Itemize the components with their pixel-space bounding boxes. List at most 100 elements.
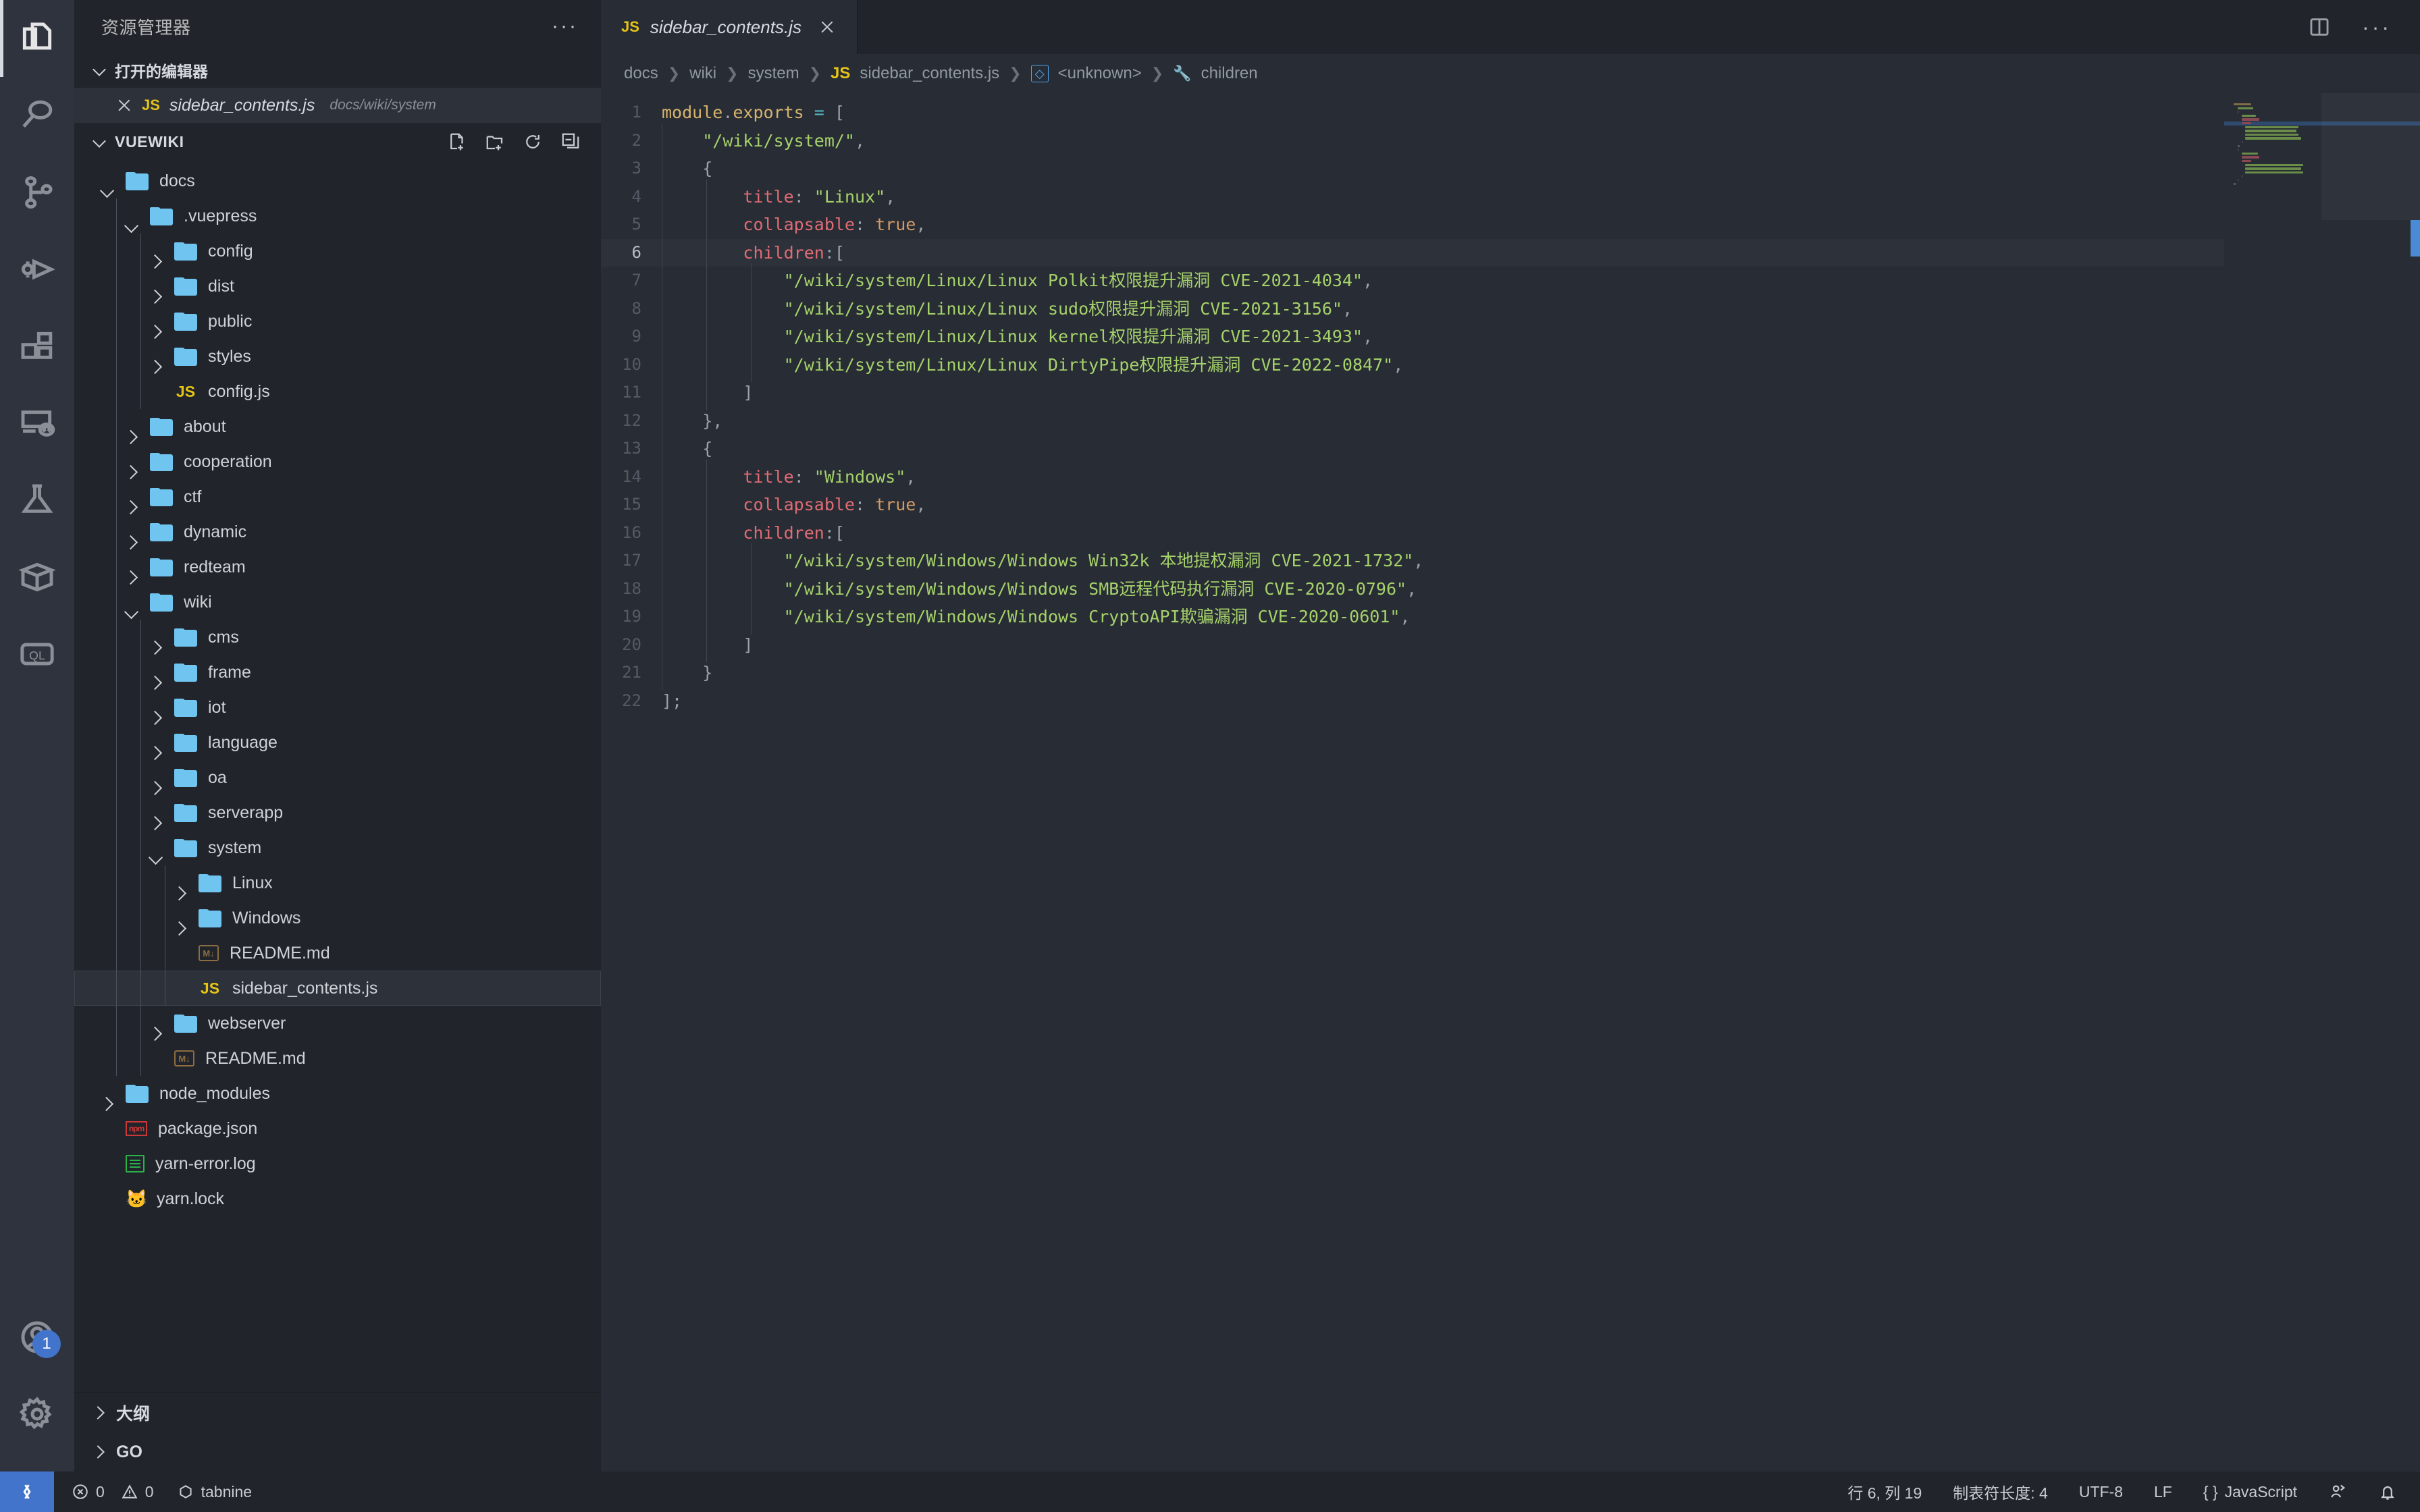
section-workspace[interactable]: VUEWIKI <box>74 123 601 161</box>
open-editor-item[interactable]: JS sidebar_contents.js docs/wiki/system <box>74 88 601 123</box>
tree-folder-windows[interactable]: Windows <box>74 900 601 936</box>
code-line[interactable]: 3 { <box>601 155 2224 183</box>
problems-indicator[interactable]: 0 0 <box>72 1483 154 1501</box>
open-editor-name: sidebar_contents.js <box>169 96 315 115</box>
tree-folder-public[interactable]: public <box>74 304 601 339</box>
code-line[interactable]: 11 ] <box>601 379 2224 407</box>
activity-item-run-and-debug[interactable] <box>0 231 74 308</box>
code-line[interactable]: 9 "/wiki/system/Linux/Linux kernel权限提升漏洞… <box>601 323 2224 351</box>
code-line[interactable]: 17 "/wiki/system/Windows/Windows Win32k … <box>601 547 2224 575</box>
code-line[interactable]: 7 "/wiki/system/Linux/Linux Polkit权限提升漏洞… <box>601 267 2224 295</box>
bell-icon[interactable] <box>2378 1482 2397 1501</box>
code-line[interactable]: 4 title: "Linux", <box>601 183 2224 211</box>
feedback-icon[interactable] <box>2328 1482 2347 1501</box>
tree-folder-oa[interactable]: oa <box>74 760 601 795</box>
code-line[interactable]: 21 } <box>601 659 2224 687</box>
new-file-icon[interactable] <box>447 132 467 152</box>
code-editor[interactable]: 1module.exports = [2 "/wiki/system/",3 {… <box>601 93 2420 1472</box>
code-line[interactable]: 2 "/wiki/system/", <box>601 127 2224 155</box>
minimap-slider[interactable] <box>2321 93 2420 220</box>
tree-folder-webserver[interactable]: webserver <box>74 1006 601 1041</box>
code-line[interactable]: 1module.exports = [ <box>601 99 2224 127</box>
breadcrumb-item-children[interactable]: children <box>1201 64 1258 83</box>
breadcrumb-item-wiki[interactable]: wiki <box>689 64 716 83</box>
activity-item-package-explorer[interactable] <box>0 539 74 616</box>
tab-sidebar-contents-js[interactable]: JS sidebar_contents.js <box>601 0 858 54</box>
encoding[interactable]: UTF-8 <box>2079 1483 2123 1501</box>
activity-item-remote-explorer[interactable] <box>0 385 74 462</box>
tree-folder-about[interactable]: about <box>74 409 601 444</box>
breadcrumb-item-unknown[interactable]: <unknown> <box>1058 64 1142 83</box>
new-folder-icon[interactable] <box>485 132 505 152</box>
code-line[interactable]: 8 "/wiki/system/Linux/Linux sudo权限提升漏洞 C… <box>601 295 2224 323</box>
tree-folder-styles[interactable]: styles <box>74 339 601 374</box>
tree-folder-iot[interactable]: iot <box>74 690 601 725</box>
section-outline[interactable]: 大纲 <box>74 1393 601 1432</box>
tree-folder-frame[interactable]: frame <box>74 655 601 690</box>
tree-file-readmemd[interactable]: M↓README.md <box>74 936 601 971</box>
minimap[interactable] <box>2224 93 2420 1472</box>
code-line[interactable]: 13 { <box>601 435 2224 463</box>
tree-file-readmemd[interactable]: M↓README.md <box>74 1041 601 1076</box>
tree-folder-ctf[interactable]: ctf <box>74 479 601 514</box>
code-line[interactable]: 22]; <box>601 687 2224 716</box>
tree-folder-docs[interactable]: docs <box>74 163 601 198</box>
sidebar-more-actions-icon[interactable]: ··· <box>552 22 578 31</box>
activity-item-explorer[interactable] <box>0 0 74 77</box>
code-line[interactable]: 12 }, <box>601 407 2224 435</box>
tree-folder-nodemodules[interactable]: node_modules <box>74 1076 601 1111</box>
cursor-position[interactable]: 行 6, 列 19 <box>1847 1480 1922 1503</box>
code-line[interactable]: 6 children:[ <box>601 239 2224 267</box>
breadcrumb-item-docs[interactable]: docs <box>624 64 658 83</box>
tree-folder-config[interactable]: config <box>74 234 601 269</box>
tree-folder-cms[interactable]: cms <box>74 620 601 655</box>
tree-folder-system[interactable]: system <box>74 830 601 865</box>
breadcrumb-item-file[interactable]: sidebar_contents.js <box>860 64 999 83</box>
tree-file-yarnerrorlog[interactable]: yarn-error.log <box>74 1146 601 1181</box>
language-mode[interactable]: { } JavaScript <box>2203 1483 2297 1501</box>
activity-item-testing[interactable] <box>0 462 74 539</box>
tree-folder-redteam[interactable]: redteam <box>74 549 601 585</box>
tree-file-sidebarcontentsjs[interactable]: JSsidebar_contents.js <box>74 971 601 1006</box>
activity-item-extensions[interactable] <box>0 308 74 385</box>
breadcrumb-item-system[interactable]: system <box>748 64 799 83</box>
refresh-icon[interactable] <box>523 132 543 152</box>
end-of-line[interactable]: LF <box>2154 1483 2172 1501</box>
tree-folder-linux[interactable]: Linux <box>74 865 601 900</box>
close-icon[interactable] <box>116 97 132 113</box>
activity-item-source-control[interactable] <box>0 154 74 231</box>
tree-file-yarnlock[interactable]: 🐱yarn.lock <box>74 1181 601 1216</box>
tree-folder-cooperation[interactable]: cooperation <box>74 444 601 479</box>
tree-folder-dist[interactable]: dist <box>74 269 601 304</box>
code-line[interactable]: 14 title: "Windows", <box>601 463 2224 491</box>
code-line[interactable]: 18 "/wiki/system/Windows/Windows SMB远程代码… <box>601 575 2224 603</box>
activity-item-search[interactable] <box>0 77 74 154</box>
activity-item-settings[interactable] <box>0 1376 74 1453</box>
tree-file-packagejson[interactable]: npmpackage.json <box>74 1111 601 1146</box>
tree-folder-wiki[interactable]: wiki <box>74 585 601 620</box>
collapse-all-icon[interactable] <box>560 132 581 152</box>
code-lines[interactable]: 1module.exports = [2 "/wiki/system/",3 {… <box>601 93 2224 1472</box>
remote-indicator[interactable] <box>0 1472 54 1512</box>
tree-folder-vuepress[interactable]: .vuepress <box>74 198 601 234</box>
section-open-editors[interactable]: 打开的编辑器 <box>74 53 601 88</box>
tree-file-configjs[interactable]: JSconfig.js <box>74 374 601 409</box>
code-line[interactable]: 15 collapsable: true, <box>601 491 2224 519</box>
tab-size[interactable]: 制表符长度: 4 <box>1953 1480 2048 1503</box>
activity-item-codeql[interactable]: QL <box>0 616 74 693</box>
split-editor-icon[interactable] <box>2308 16 2331 38</box>
code-token: "/wiki/system/Windows/Windows CryptoAPI欺… <box>784 607 1400 626</box>
tab-close-icon[interactable] <box>819 19 835 35</box>
code-line[interactable]: 19 "/wiki/system/Windows/Windows CryptoA… <box>601 603 2224 631</box>
tabnine-indicator[interactable]: tabnine <box>177 1483 252 1501</box>
tree-folder-language[interactable]: language <box>74 725 601 760</box>
code-line[interactable]: 20 ] <box>601 631 2224 659</box>
section-go[interactable]: GO <box>74 1432 601 1472</box>
more-actions-icon[interactable]: ··· <box>2362 24 2392 30</box>
code-line[interactable]: 16 children:[ <box>601 519 2224 547</box>
code-line[interactable]: 10 "/wiki/system/Linux/Linux DirtyPipe权限… <box>601 351 2224 379</box>
activity-item-account[interactable]: 1 <box>0 1299 74 1376</box>
tree-folder-serverapp[interactable]: serverapp <box>74 795 601 830</box>
tree-folder-dynamic[interactable]: dynamic <box>74 514 601 549</box>
code-line[interactable]: 5 collapsable: true, <box>601 211 2224 239</box>
